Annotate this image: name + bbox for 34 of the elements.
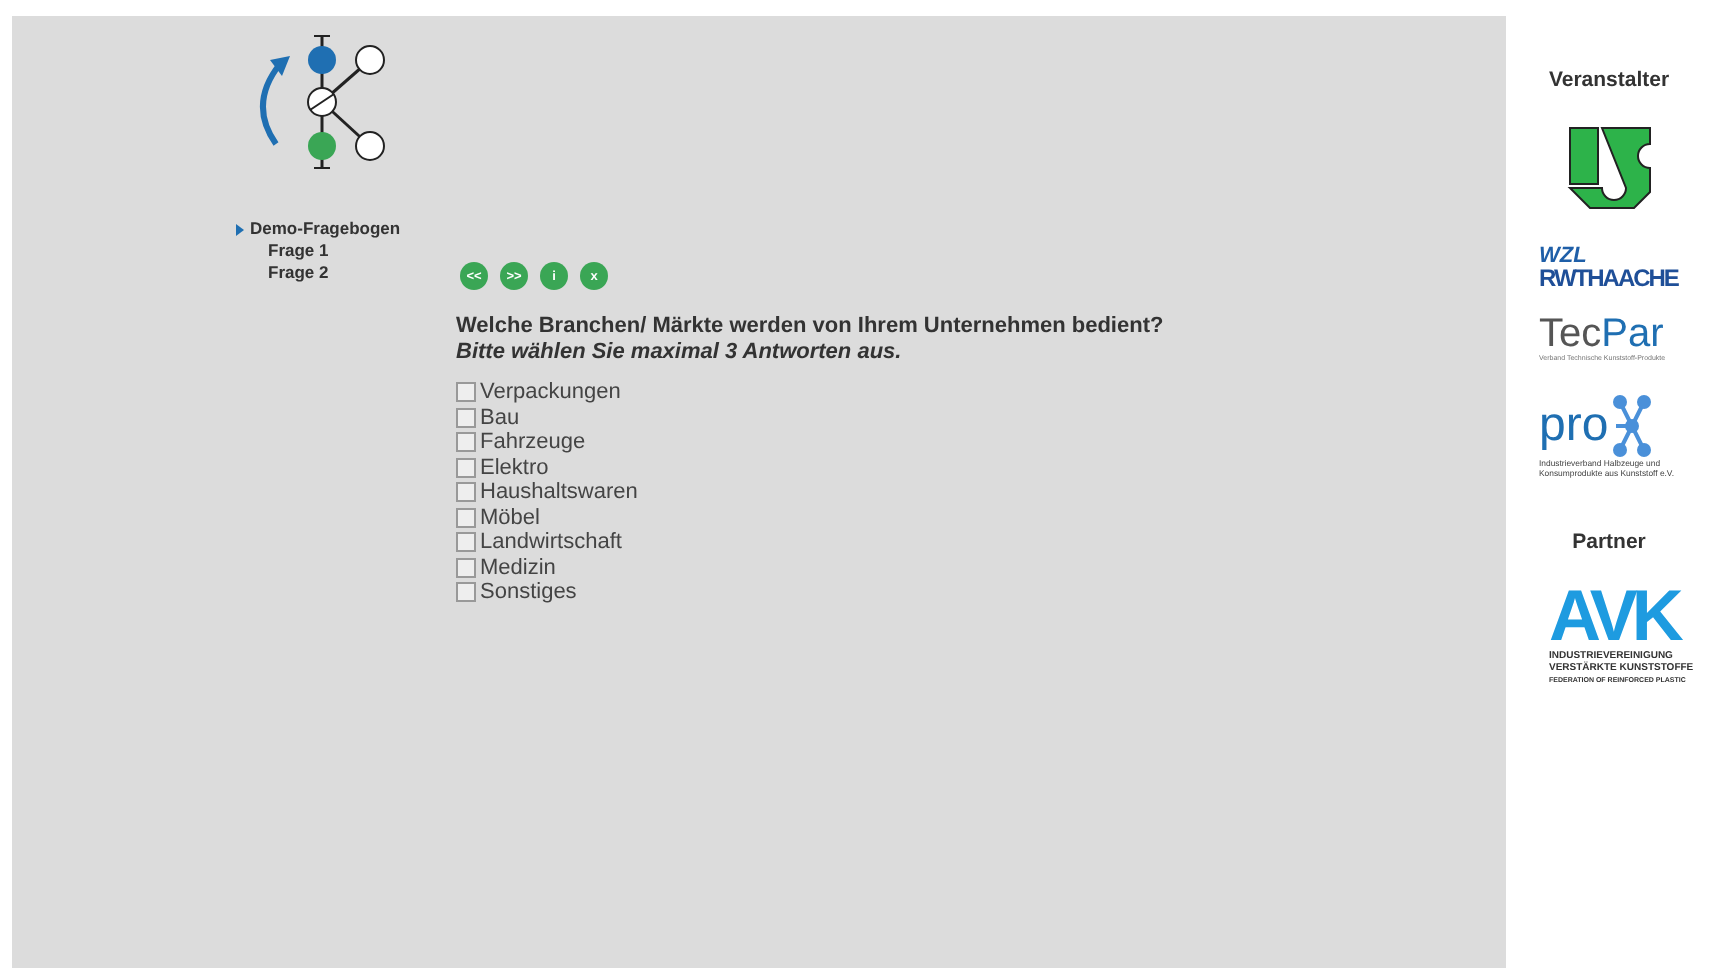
checkbox[interactable] <box>456 407 476 428</box>
option-label[interactable]: Landwirtschaft <box>480 530 622 555</box>
organizer-heading: Veranstalter <box>1548 68 1670 92</box>
emblem-logo-icon <box>1565 124 1653 212</box>
partner-heading: Partner <box>1572 530 1646 554</box>
checkbox[interactable] <box>456 582 476 603</box>
question-hint: Bitte wählen Sie maximal 3 Antworten aus. <box>456 340 904 364</box>
molecule-icon <box>1608 394 1657 458</box>
checkbox[interactable] <box>456 432 476 453</box>
tree-item[interactable]: Demo-Fragebogen <box>250 218 401 240</box>
option-label[interactable]: Fahrzeuge <box>480 430 586 455</box>
expand-arrow-icon[interactable] <box>236 223 244 235</box>
option-label[interactable]: Elektro <box>480 455 549 480</box>
logo-text: pro <box>1539 402 1609 450</box>
checkbox[interactable] <box>456 482 476 503</box>
option-label[interactable]: Möbel <box>480 505 540 530</box>
checkbox[interactable] <box>456 557 476 578</box>
option-label[interactable]: Verpackungen <box>480 380 621 405</box>
option-label[interactable]: Bau <box>480 405 520 430</box>
checkbox[interactable] <box>456 382 476 403</box>
option-label[interactable]: Haushaltswaren <box>480 480 638 505</box>
logo-text: WZL <box>1539 246 1587 266</box>
tree-item[interactable]: Frage 2 <box>236 262 401 284</box>
logo-text: RWTHAACHE <box>1539 266 1678 290</box>
option-label[interactable]: Medizin <box>480 555 556 580</box>
logo-text: Tec <box>1539 314 1602 354</box>
tree-item[interactable]: Frage 1 <box>236 240 401 262</box>
option-label[interactable]: Sonstiges <box>480 580 577 605</box>
logo-text: Par <box>1601 314 1664 354</box>
question-text: Welche Branchen/ Märkte werden von Ihrem Unternehmen bedient? <box>456 314 1164 338</box>
checkbox[interactable] <box>456 457 476 478</box>
checkbox[interactable] <box>456 532 476 553</box>
checkbox[interactable] <box>456 507 476 528</box>
logo-text: AVK <box>1549 582 1678 650</box>
